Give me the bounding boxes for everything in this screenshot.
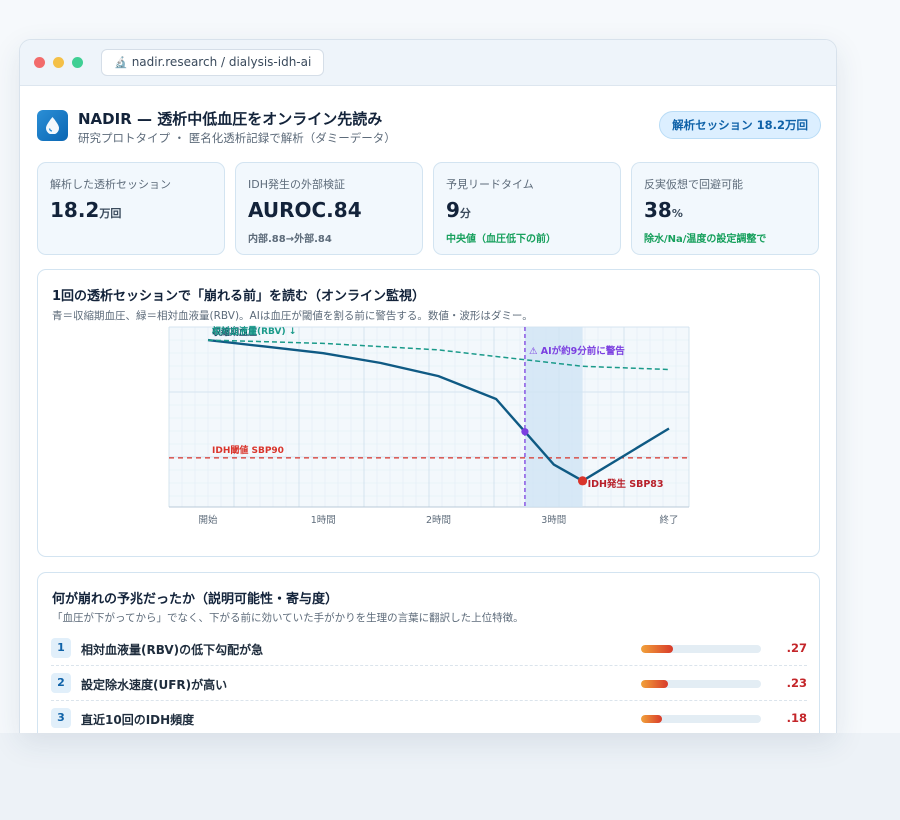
features-subtitle: 「血圧が下がってから」でなく、下がる前に効いていた手がかりを生理の言葉に翻訳した… — [52, 612, 524, 624]
alert-point — [521, 428, 529, 436]
stat-note: 中央値（血圧低下の前） — [446, 234, 556, 245]
bp-rbv-chart: IDH閾値 SBP90⚠ AIが約9分前に警告収縮期血圧相対血液量(RBV) ↓… — [168, 325, 690, 526]
feature-bar-fill — [641, 680, 669, 688]
features-card: 何が崩れの予兆だったか（説明可能性・寄与度） 「血圧が下がってから」でなく、下が… — [37, 572, 820, 733]
feature-score: .18 — [786, 711, 807, 725]
stat-note: 内部.88→外部.84 — [248, 234, 332, 245]
idh-event-point — [577, 476, 588, 486]
x-tick-label: 3時間 — [541, 515, 566, 526]
feature-label: 直近10回のIDH頻度 — [81, 713, 195, 727]
feature-score: .27 — [786, 641, 807, 655]
stat-value: AUROC.84 — [248, 198, 362, 222]
stat-label: 解析した透析セッション — [50, 178, 171, 191]
maximize-window-dot[interactable] — [72, 57, 83, 68]
x-tick-label: 終了 — [659, 514, 678, 526]
feature-bar-fill — [641, 645, 674, 653]
stats-row: 解析した透析セッション 18.2万回 IDH発生の外部検証 AUROC.84 内… — [37, 162, 821, 255]
feature-label: 相対血液量(RBV)の低下勾配が急 — [81, 643, 264, 657]
stat-value: 18.2万回 — [50, 198, 122, 222]
page-subtitle: 研究プロトタイプ ・ 匿名化透析記録で解析（ダミーデータ） — [78, 131, 396, 145]
stat-card-auroc: IDH発生の外部検証 AUROC.84 内部.88→外部.84 — [235, 162, 423, 255]
stat-value: 9分 — [446, 198, 471, 222]
x-tick-label: 1時間 — [311, 515, 336, 526]
app-header: NADIR — 透析中低血圧をオンライン先読み 研究プロトタイプ ・ 匿名化透析… — [37, 108, 821, 148]
feature-row[interactable]: 1 相対血液量(RBV)の低下勾配が急 .27 — [51, 632, 807, 666]
stat-note: 除水/Na/温度の設定調整で — [644, 234, 767, 245]
stat-card-lead-time: 予見リードタイム 9分 中央値（血圧低下の前） — [433, 162, 621, 255]
feature-row[interactable]: 3 直近10回のIDH頻度 .18 — [51, 702, 807, 733]
feature-label: 設定除水速度(UFR)が高い — [81, 678, 228, 692]
idh-event-label: IDH発生 SBP83 — [588, 478, 664, 490]
minimize-window-dot[interactable] — [53, 57, 64, 68]
browser-titlebar: 🔬 nadir.research / dialysis-idh-ai — [20, 40, 836, 86]
feature-bar-track — [641, 645, 761, 653]
close-window-dot[interactable] — [34, 57, 45, 68]
droplet-logo-icon — [37, 110, 68, 141]
x-tick-label: 2時間 — [426, 515, 451, 526]
feature-bar-track — [641, 715, 761, 723]
address-text: nadir.research / dialysis-idh-ai — [131, 55, 312, 69]
stat-label: 予見リードタイム — [446, 178, 534, 191]
feature-rank: 2 — [51, 673, 71, 693]
browser-window: 🔬 nadir.research / dialysis-idh-ai NADIR … — [19, 39, 837, 733]
feature-rank: 1 — [51, 638, 71, 658]
alert-label: ⚠ AIが約9分前に警告 — [529, 345, 625, 357]
microscope-icon: 🔬 — [114, 56, 128, 69]
feature-rank: 3 — [51, 708, 71, 728]
session-count-badge[interactable]: 解析セッション 18.2万回 — [659, 111, 821, 139]
feature-bar-track — [641, 680, 761, 688]
features-title: 何が崩れの予兆だったか（説明可能性・寄与度） — [52, 592, 339, 607]
stat-label: IDH発生の外部検証 — [248, 178, 345, 191]
stat-value: 38% — [644, 198, 683, 222]
x-tick-label: 開始 — [198, 514, 218, 526]
address-bar[interactable]: 🔬 nadir.research / dialysis-idh-ai — [101, 49, 325, 76]
feature-row[interactable]: 2 設定除水速度(UFR)が高い .23 — [51, 667, 807, 701]
feature-score: .23 — [786, 676, 807, 690]
stat-label: 反実仮想で回避可能 — [644, 178, 743, 191]
stat-card-avoidable: 反実仮想で回避可能 38% 除水/Na/温度の設定調整で — [631, 162, 819, 255]
threshold-label: IDH閾値 SBP90 — [212, 444, 284, 456]
stat-card-sessions: 解析した透析セッション 18.2万回 — [37, 162, 225, 255]
feature-bar-fill — [641, 715, 663, 723]
page-title: NADIR — 透析中低血圧をオンライン先読み — [78, 110, 383, 128]
series-label: 相対血液量(RBV) ↓ — [212, 325, 296, 337]
monitor-card: 1回の透析セッションで「崩れる前」を読む（オンライン監視） 青＝収縮期血圧、緑＝… — [37, 269, 820, 557]
